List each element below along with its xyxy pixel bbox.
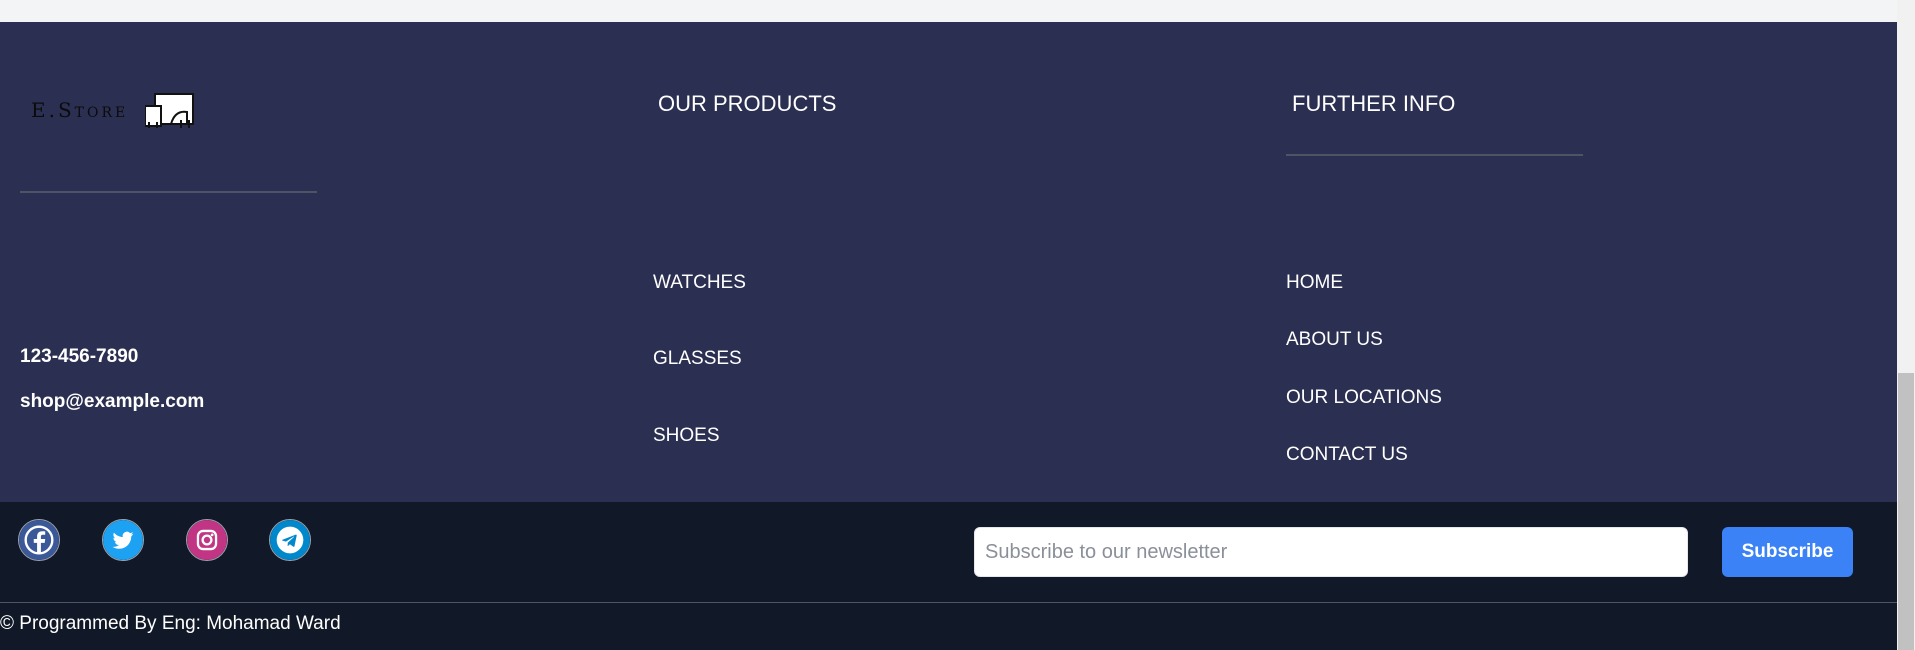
footer-bottom-divider (0, 602, 1897, 603)
instagram-icon[interactable] (186, 519, 228, 561)
footer-main (0, 22, 1897, 502)
products-heading: OUR PRODUCTS (658, 91, 837, 116)
copyright-text: © Programmed By Eng: Mohamad Ward (0, 613, 341, 634)
store-logo[interactable]: E.Store (28, 70, 200, 130)
subscribe-button[interactable]: Subscribe (1722, 527, 1853, 577)
products-link-shoes[interactable]: SHOES (653, 425, 720, 447)
telegram-icon[interactable] (269, 519, 311, 561)
logo-text: E.Store (31, 98, 129, 122)
further-info-link-contact-us[interactable]: CONTACT US (1286, 444, 1408, 466)
products-link-glasses[interactable]: GLASSES (653, 348, 742, 370)
further-info-heading: FURTHER INFO (1292, 91, 1456, 116)
further-info-link-our-locations[interactable]: OUR LOCATIONS (1286, 387, 1442, 409)
further-info-divider (1286, 154, 1583, 156)
contact-email[interactable]: shop@example.com (20, 391, 204, 413)
further-info-link-about-us[interactable]: ABOUT US (1286, 329, 1383, 351)
logo-graphic-icon (145, 93, 194, 128)
scrollbar-thumb[interactable] (1898, 373, 1914, 650)
twitter-icon[interactable] (102, 519, 144, 561)
further-info-link-home[interactable]: HOME (1286, 272, 1343, 294)
contact-phone: 123-456-7890 (20, 346, 139, 367)
newsletter-email-input[interactable] (974, 527, 1688, 577)
page-scrollbar[interactable] (1897, 0, 1915, 650)
page-top-strip (0, 0, 1897, 22)
facebook-icon[interactable] (18, 519, 60, 561)
products-link-watches[interactable]: WATCHES (653, 272, 746, 294)
logo-divider (20, 191, 317, 193)
